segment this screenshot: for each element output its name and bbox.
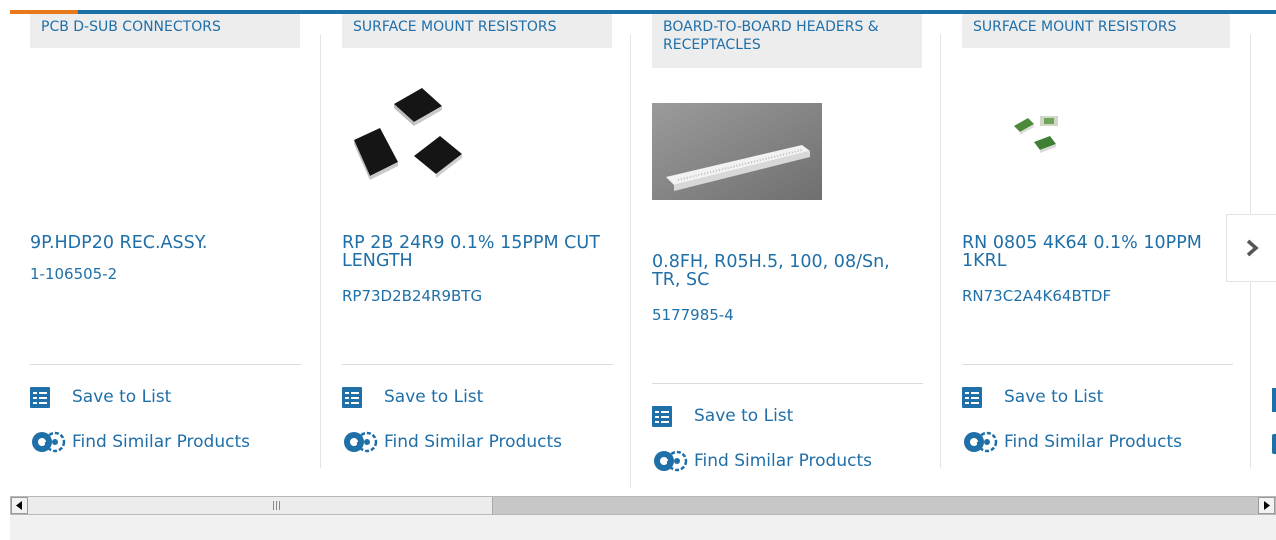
product-category[interactable]: PCB D-SUB CONNECTORS bbox=[30, 14, 300, 48]
find-similar-button[interactable]: Find Similar Products bbox=[30, 430, 250, 454]
product-card: PCB D-SUB CONNECTORS 9P.HDP20 REC.ASSY. … bbox=[10, 14, 320, 494]
find-similar-label: Find Similar Products bbox=[72, 432, 250, 452]
card-divider bbox=[652, 383, 923, 384]
save-to-list-label: Save to List bbox=[384, 387, 484, 407]
save-to-list-button[interactable]: Save to List bbox=[962, 385, 1103, 409]
gears-icon bbox=[964, 431, 998, 453]
gears-icon bbox=[654, 450, 688, 472]
product-name[interactable]: RP 2B 24R9 0.1% 15PPM CUT LENGTH bbox=[342, 234, 604, 270]
gears-icon bbox=[344, 431, 378, 453]
find-similar-button[interactable]: Find Similar Products bbox=[652, 449, 872, 473]
checklist-icon bbox=[342, 386, 362, 408]
scrollbar-track[interactable] bbox=[493, 497, 1258, 514]
checklist-icon bbox=[962, 386, 982, 408]
column-divider bbox=[320, 34, 321, 468]
carousel-next-button[interactable] bbox=[1226, 214, 1276, 282]
arrow-left-icon bbox=[16, 501, 22, 510]
checklist-icon bbox=[652, 405, 672, 427]
partial-save-icon bbox=[1272, 388, 1276, 412]
find-similar-label: Find Similar Products bbox=[1004, 432, 1182, 452]
product-image[interactable] bbox=[352, 84, 472, 180]
save-to-list-button[interactable]: Save to List bbox=[30, 385, 171, 409]
product-category[interactable]: BOARD-TO-BOARD HEADERS & RECEPTACLES bbox=[652, 14, 922, 68]
product-card: SURFACE MOUNT RESISTORS RN 0805 4K64 0.1… bbox=[942, 14, 1252, 494]
product-name[interactable]: RN 0805 4K64 0.1% 10PPM 1KRL bbox=[962, 234, 1226, 270]
product-part-number[interactable]: 5177985-4 bbox=[652, 306, 734, 324]
scrollbar-thumb[interactable] bbox=[28, 497, 493, 514]
grip-icon bbox=[273, 501, 280, 510]
product-name[interactable]: 0.8FH, R05H.5, 100, 08/Sn, TR, SC bbox=[652, 253, 914, 289]
card-divider bbox=[30, 364, 301, 365]
product-image[interactable] bbox=[1012, 112, 1082, 158]
card-divider bbox=[342, 364, 613, 365]
save-to-list-label: Save to List bbox=[1004, 387, 1104, 407]
product-part-number[interactable]: RP73D2B24R9BTG bbox=[342, 287, 482, 305]
find-similar-button[interactable]: Find Similar Products bbox=[962, 430, 1182, 454]
gears-icon bbox=[32, 431, 66, 453]
arrow-right-icon bbox=[1264, 501, 1270, 510]
product-name[interactable]: 9P.HDP20 REC.ASSY. bbox=[30, 234, 320, 252]
scroll-left-button[interactable] bbox=[11, 497, 28, 514]
product-card: BOARD-TO-BOARD HEADERS & RECEPTACLES 0.8… bbox=[632, 14, 942, 494]
product-card: SURFACE MOUNT RESISTORS RP 2B 24R9 0.1% … bbox=[322, 14, 632, 494]
product-category[interactable]: SURFACE MOUNT RESISTORS bbox=[342, 14, 612, 48]
footer-area bbox=[10, 515, 1276, 540]
product-image[interactable] bbox=[652, 103, 822, 200]
chevron-right-icon bbox=[1246, 239, 1259, 257]
horizontal-scrollbar[interactable] bbox=[10, 496, 1276, 515]
partial-gears-icon bbox=[1272, 434, 1276, 454]
product-part-number[interactable]: RN73C2A4K64BTDF bbox=[962, 287, 1111, 305]
save-to-list-label: Save to List bbox=[694, 406, 794, 426]
product-category[interactable]: SURFACE MOUNT RESISTORS bbox=[962, 14, 1230, 48]
column-divider bbox=[630, 34, 631, 488]
save-to-list-button[interactable]: Save to List bbox=[342, 385, 483, 409]
find-similar-label: Find Similar Products bbox=[384, 432, 562, 452]
find-similar-button[interactable]: Find Similar Products bbox=[342, 430, 562, 454]
save-to-list-label: Save to List bbox=[72, 387, 172, 407]
checklist-icon bbox=[30, 386, 50, 408]
column-divider bbox=[940, 34, 941, 468]
product-part-number[interactable]: 1-106505-2 bbox=[30, 265, 117, 283]
scroll-right-button[interactable] bbox=[1258, 497, 1275, 514]
card-divider bbox=[962, 364, 1233, 365]
product-carousel: PCB D-SUB CONNECTORS 9P.HDP20 REC.ASSY. … bbox=[10, 14, 1276, 494]
save-to-list-button[interactable]: Save to List bbox=[652, 404, 793, 428]
find-similar-label: Find Similar Products bbox=[694, 451, 872, 471]
